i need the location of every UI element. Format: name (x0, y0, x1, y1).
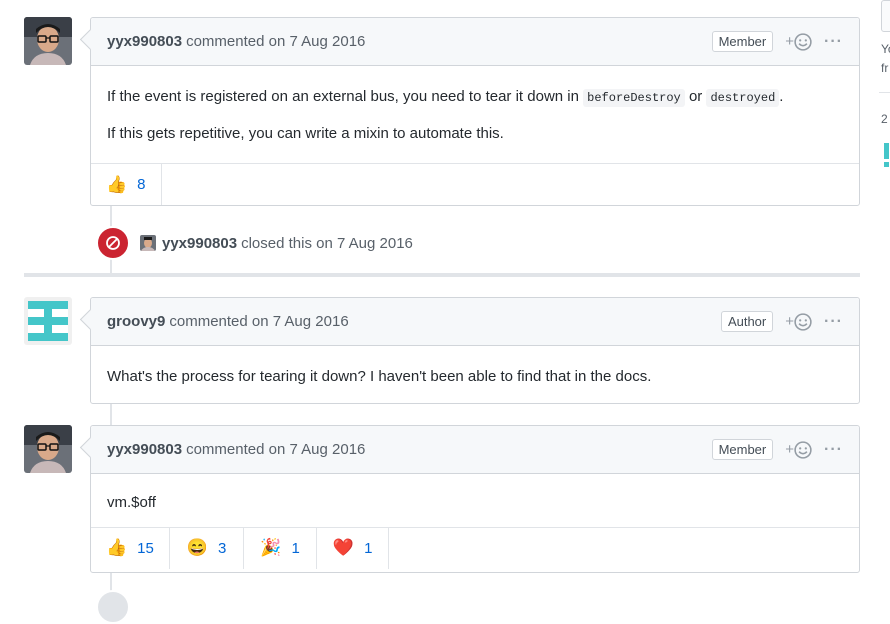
comment-timestamp[interactable]: commented on 7 Aug 2016 (186, 33, 365, 50)
add-reaction-button[interactable]: + (785, 32, 812, 51)
thumbs-up-icon: 👍 (106, 174, 128, 194)
thumbs-up-icon: 👍 (106, 538, 128, 557)
reaction-count: 1 (291, 539, 300, 557)
comment-card: groovy9 commented on 7 Aug 2016 Author +… (79, 297, 860, 407)
reactions-bar: 👍 15 😄 3 🎉 1 ❤️ 1 (91, 526, 859, 569)
comment-timestamp[interactable]: commented on 7 Aug 2016 (186, 441, 365, 458)
avatar-yyx990803[interactable] (24, 17, 72, 65)
heart-icon: ❤️ (332, 538, 355, 557)
avatar-groovy9[interactable] (24, 297, 72, 345)
author-badge: Author (720, 311, 774, 332)
sidebar-divider (879, 92, 890, 93)
add-reaction-button[interactable]: + (785, 440, 812, 459)
party-popper-icon: 🎉 (260, 538, 282, 557)
member-badge: Member (711, 439, 774, 460)
reaction-count: 15 (137, 539, 154, 557)
reaction-heart[interactable]: ❤️ 1 (317, 527, 390, 569)
comment-paragraph: vm.$off (107, 494, 156, 511)
add-reaction-button[interactable]: + (785, 312, 812, 331)
avatar-yyx990803[interactable] (24, 425, 72, 473)
closed-circle-icon (96, 226, 130, 260)
comment-card: yyx990803 commented on 7 Aug 2016 Member… (79, 425, 860, 573)
comment-body: If the event is registered on an externa… (91, 66, 859, 163)
reaction-count: 3 (218, 539, 227, 557)
event-author[interactable]: yyx990803 (162, 235, 237, 252)
comment-header: groovy9 commented on 7 Aug 2016 Author +… (91, 298, 859, 346)
comment-author[interactable]: yyx990803 (107, 33, 182, 50)
sidebar-button[interactable] (881, 0, 890, 32)
participants-count: 2 (881, 112, 888, 126)
event-text: closed this on 7 Aug 2016 (241, 234, 413, 252)
reaction-thumbs-up[interactable]: 👍 15 (91, 527, 170, 569)
timeline-line (110, 404, 112, 426)
reaction-hooray[interactable]: 🎉 1 (244, 527, 317, 569)
sidebar-text: fr (881, 61, 889, 75)
code-before-destroy: beforeDestroy (583, 89, 685, 107)
comment-timestamp[interactable]: commented on 7 Aug 2016 (169, 313, 348, 330)
mini-avatar-yyx990803[interactable] (140, 235, 156, 251)
comment-paragraph: If this gets repetitive, you can write a… (107, 124, 504, 142)
closed-event: yyx990803 closed this on 7 Aug 2016 (96, 226, 413, 260)
reactions-bar: 👍 8 (91, 163, 859, 205)
reaction-count: 8 (137, 176, 146, 193)
smiley-icon (794, 440, 812, 459)
more-options-icon[interactable]: ··· (824, 313, 843, 331)
more-options-icon[interactable]: ··· (824, 33, 843, 51)
sidebar-text: Yo (881, 42, 890, 56)
comment-header: yyx990803 commented on 7 Aug 2016 Member… (91, 426, 859, 474)
reaction-thumbs-up[interactable]: 👍 8 (91, 164, 162, 205)
comment-paragraph: If the event is registered on an externa… (107, 88, 784, 107)
code-destroyed: destroyed (706, 89, 780, 107)
sidebar-edge: Yo fr 2 (879, 0, 890, 600)
smiley-icon (794, 312, 812, 331)
reaction-count: 1 (364, 539, 373, 557)
participant-avatar-icon[interactable] (884, 143, 889, 167)
reaction-laugh[interactable]: 😄 3 (170, 527, 245, 569)
comment-body: vm.$off (91, 474, 859, 527)
comment-author[interactable]: groovy9 (107, 313, 165, 330)
next-event-icon (96, 590, 130, 624)
comment-author[interactable]: yyx990803 (107, 441, 182, 458)
smiley-icon (794, 32, 812, 51)
member-badge: Member (711, 31, 774, 52)
comment-header: yyx990803 commented on 7 Aug 2016 Member… (91, 18, 859, 66)
more-options-icon[interactable]: ··· (824, 441, 843, 459)
timeline-divider (24, 273, 860, 277)
comment-body: What's the process for tearing it down? … (91, 346, 859, 407)
smile-icon: 😄 (186, 538, 209, 557)
comment-card: yyx990803 commented on 7 Aug 2016 Member… (79, 17, 860, 206)
comment-paragraph: What's the process for tearing it down? … (107, 368, 652, 385)
